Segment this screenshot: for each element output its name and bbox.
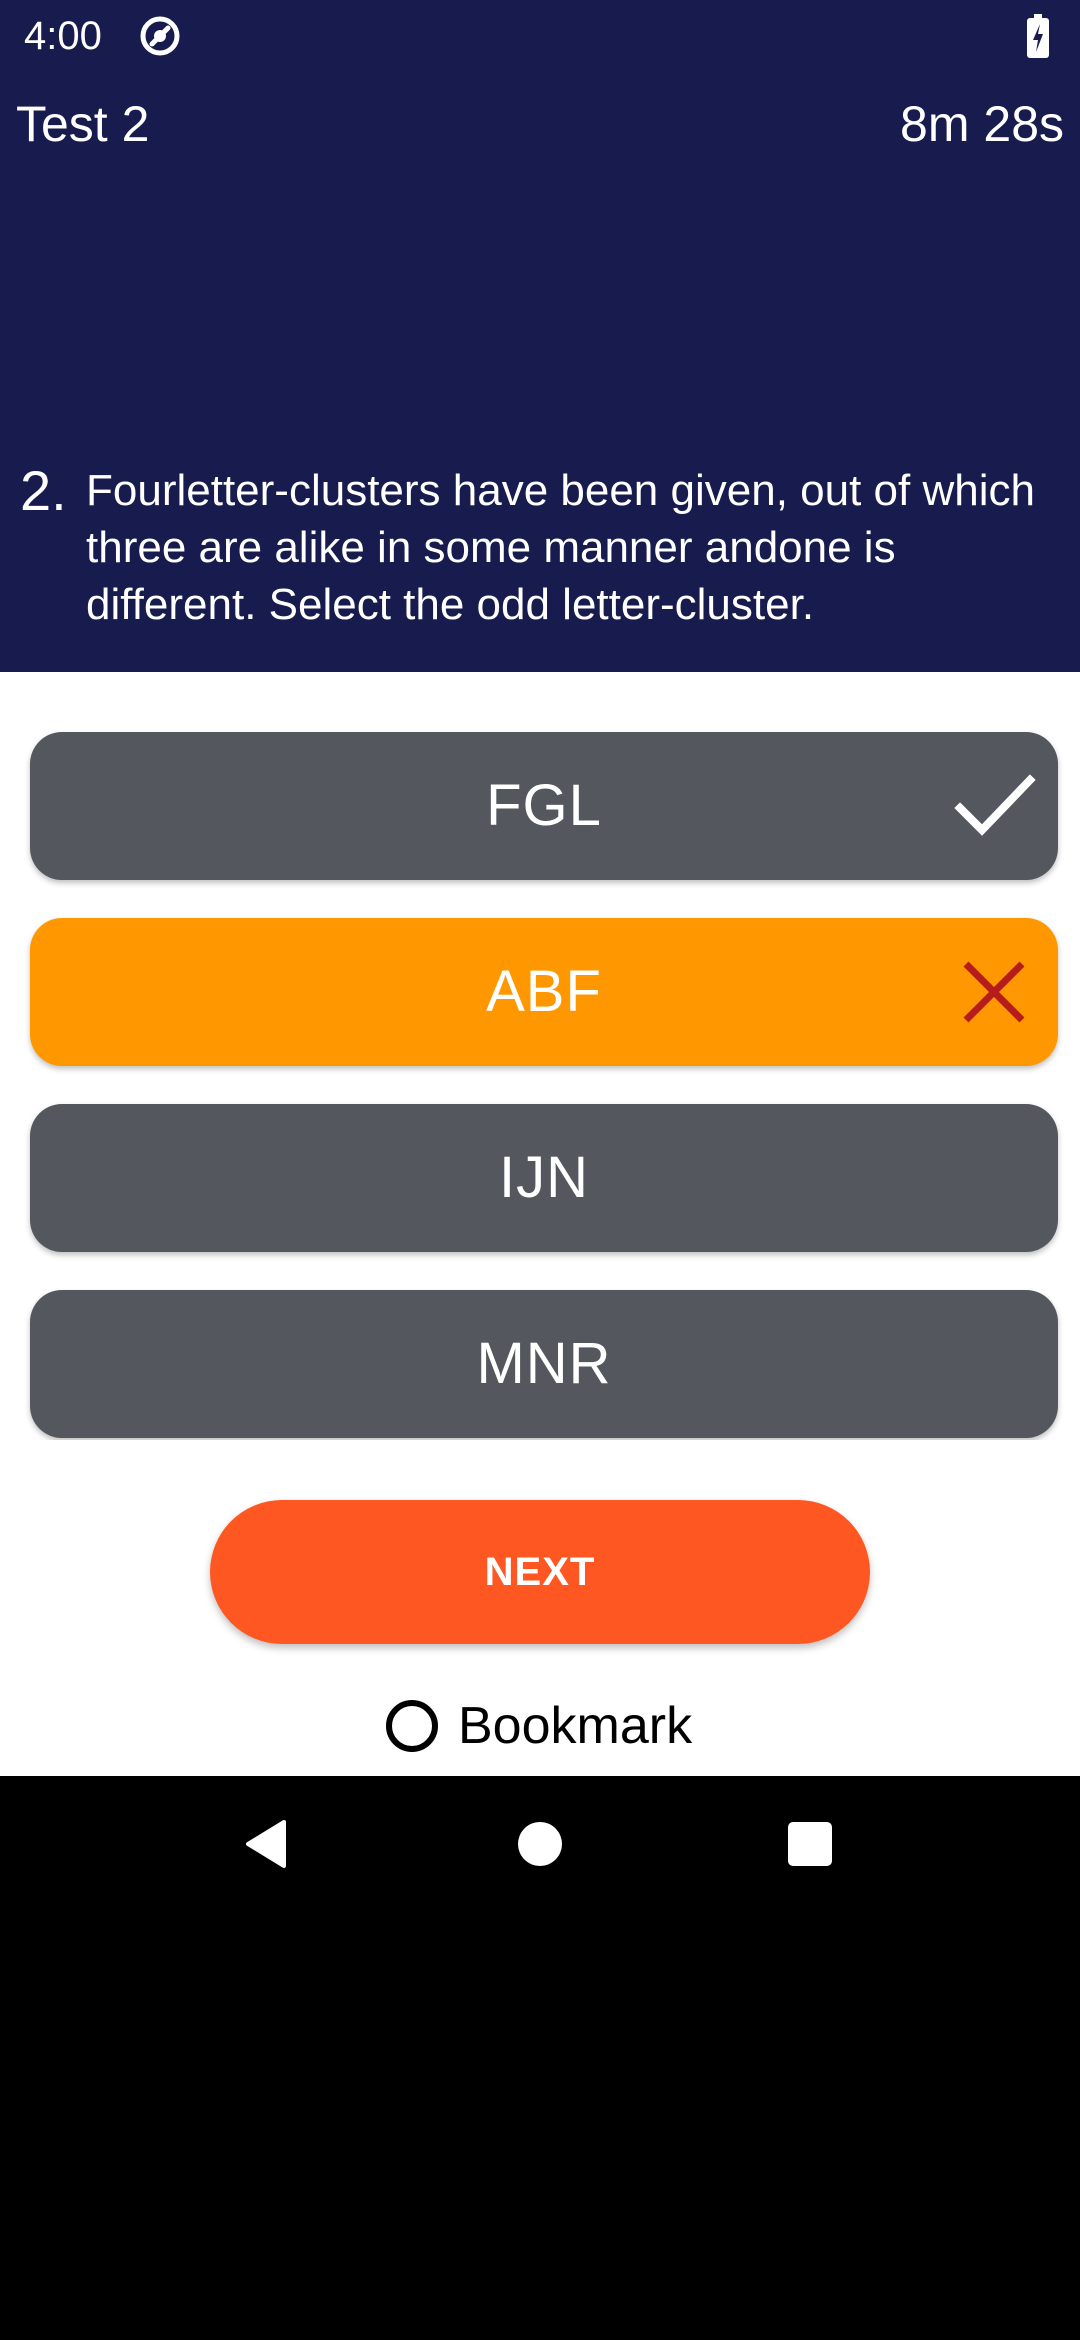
recents-icon[interactable] [780,1814,840,1874]
next-button[interactable]: NEXT [210,1500,870,1644]
check-icon [954,774,1036,836]
question: 2. Fourletter-clusters have been given, … [20,462,1060,633]
navigation-bar [0,1776,1080,1916]
back-icon[interactable] [236,1814,296,1874]
option-label: ABF [486,959,602,1024]
quiz-screen: 4:00 Test 2 8m 28s 2. Fourletter-cluster… [0,0,1080,2340]
status-bar: 4:00 [0,0,1080,72]
sync-status-icon [140,16,180,56]
option-label: MNR [476,1331,612,1396]
status-time: 4:00 [24,14,102,58]
option-abf[interactable]: ABF [30,918,1058,1066]
options-list: FGL ABF IJN MNR [0,672,1080,1440]
option-label: FGL [486,773,602,838]
bookmark-radio-icon[interactable] [386,1700,438,1752]
question-number: 2. [20,459,67,522]
cross-icon [963,961,1025,1023]
option-ijn[interactable]: IJN [30,1104,1058,1252]
bookmark-label: Bookmark [458,1697,693,1755]
answer-area: FGL ABF IJN MNR NEXT Bookmark [0,672,1080,1776]
battery-charging-icon [1027,14,1049,58]
option-fgl[interactable]: FGL [30,732,1058,880]
countdown-timer: 8m 28s [900,96,1064,152]
option-mnr[interactable]: MNR [30,1290,1058,1438]
home-icon[interactable] [510,1814,570,1874]
question-text: Fourletter-clusters have been given, out… [86,466,1035,629]
test-title: Test 2 [16,96,150,152]
option-label: IJN [499,1145,589,1210]
question-header: 4:00 Test 2 8m 28s 2. Fourletter-cluster… [0,0,1080,672]
bookmark-toggle[interactable]: Bookmark [386,1690,692,1762]
